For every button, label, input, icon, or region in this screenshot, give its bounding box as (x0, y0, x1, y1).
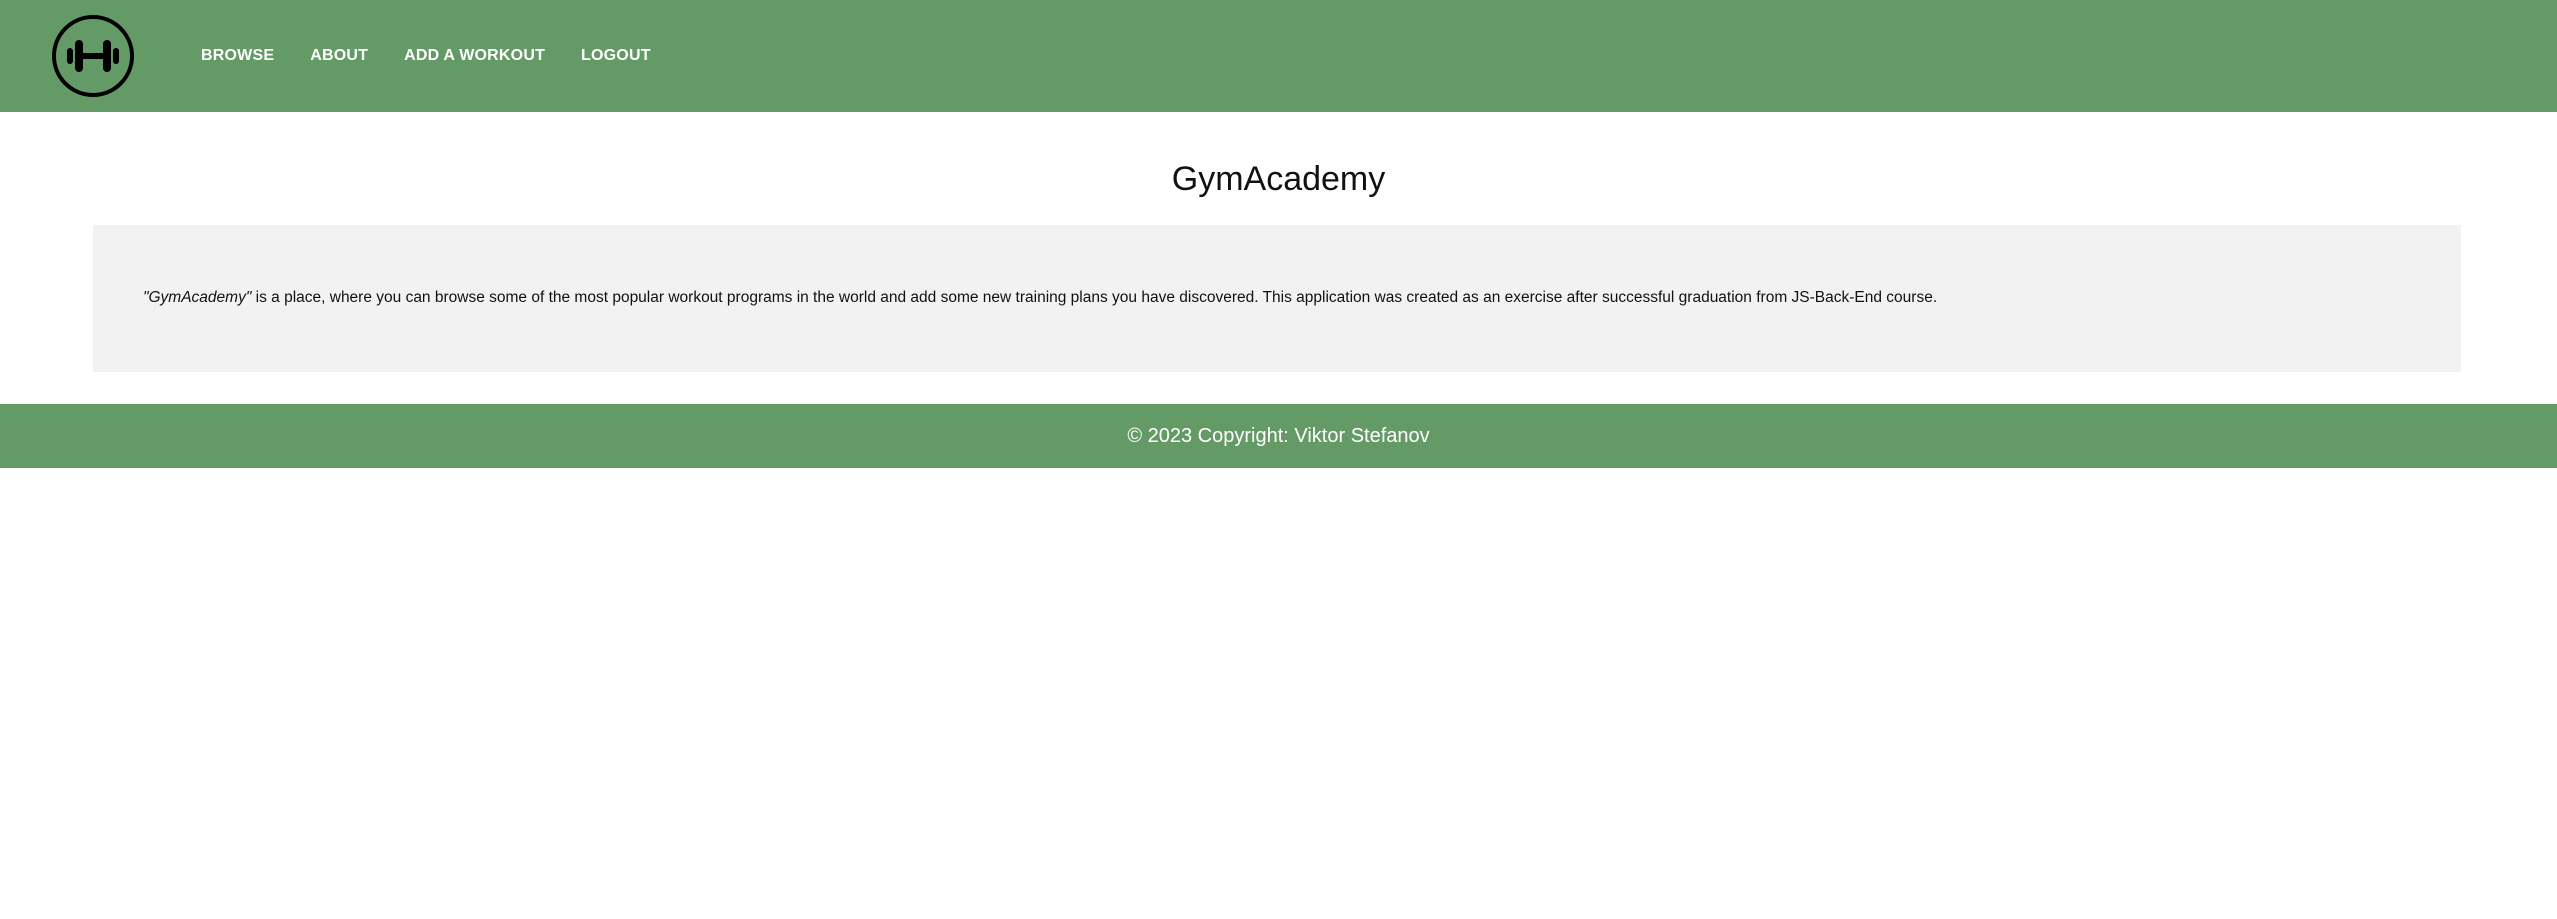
app-name-emphasis: "GymAcademy" (143, 289, 252, 306)
about-description-text: is a place, where you can browse some of… (251, 289, 1938, 306)
nav-about-link[interactable]: ABOUT (310, 47, 368, 65)
nav-browse-link[interactable]: BROWSE (201, 47, 274, 65)
copyright-text: © 2023 Copyright: Viktor Stefanov (1127, 424, 1430, 447)
nav-logout-link[interactable]: LOGOUT (581, 47, 651, 65)
nav-add-workout-link[interactable]: ADD A WORKOUT (404, 47, 545, 65)
about-description: "GymAcademy" is a place, where you can b… (143, 289, 1937, 307)
page-title: GymAcademy (1171, 160, 1386, 198)
main-nav: BROWSE ABOUT ADD A WORKOUT LOGOUT (201, 0, 687, 112)
about-section: "GymAcademy" is a place, where you can b… (93, 225, 2461, 372)
navbar: BROWSE ABOUT ADD A WORKOUT LOGOUT (0, 0, 2557, 112)
footer: © 2023 Copyright: Viktor Stefanov (0, 404, 2557, 468)
dumbbell-icon[interactable] (51, 14, 135, 98)
